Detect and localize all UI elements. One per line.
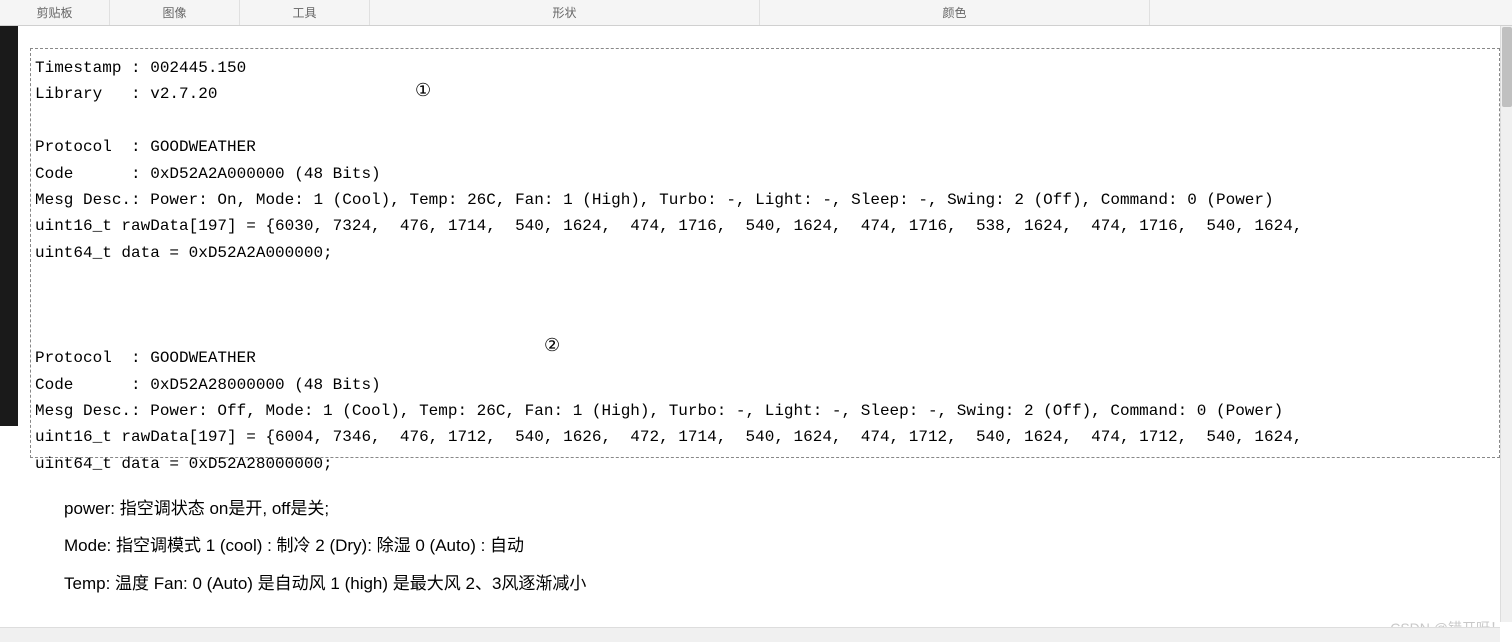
data2-value: 0xD52A28000000;: [189, 455, 333, 473]
raw2-label: uint16_t rawData[197] =: [35, 428, 265, 446]
scrollbar-thumb[interactable]: [1502, 27, 1512, 107]
raw1-value: {6030, 7324, 476, 1714, 540, 1624, 474, …: [265, 217, 1302, 235]
ribbon-bar: 剪贴板 图像 工具 形状 颜色: [0, 0, 1512, 26]
annotation-power: power: 指空调状态 on是开, off是关;: [64, 490, 586, 527]
protocol1-label: Protocol :: [35, 138, 150, 156]
tab-image[interactable]: 图像: [110, 0, 240, 25]
data1-label: uint64_t data =: [35, 244, 189, 262]
code1-value: 0xD52A2A000000 (48 Bits): [150, 165, 380, 183]
vertical-scrollbar[interactable]: [1500, 26, 1512, 622]
mesg2-value: Power: Off, Mode: 1 (Cool), Temp: 26C, F…: [150, 402, 1283, 420]
sidebar-panel: [0, 26, 18, 426]
timestamp-value: 002445.150: [150, 59, 246, 77]
horizontal-scrollbar[interactable]: [0, 627, 1500, 642]
tab-color[interactable]: 颜色: [760, 0, 1150, 25]
tab-tool[interactable]: 工具: [240, 0, 370, 25]
mesg1-label: Mesg Desc.:: [35, 191, 150, 209]
raw1-label: uint16_t rawData[197] =: [35, 217, 265, 235]
annotation-temp-fan: Temp: 温度 Fan: 0 (Auto) 是自动风 1 (high) 是最大…: [64, 565, 586, 602]
code2-label: Code :: [35, 376, 150, 394]
protocol2-label: Protocol :: [35, 349, 150, 367]
code1-label: Code :: [35, 165, 150, 183]
timestamp-label: Timestamp :: [35, 59, 150, 77]
data2-label: uint64_t data =: [35, 455, 189, 473]
mesg2-label: Mesg Desc.:: [35, 402, 150, 420]
annotation-block: power: 指空调状态 on是开, off是关; Mode: 指空调模式 1 …: [64, 490, 586, 602]
data1-value: 0xD52A2A000000;: [189, 244, 333, 262]
library-value: v2.7.20: [150, 85, 217, 103]
marker-one-icon: ①: [415, 80, 431, 101]
marker-two-icon: ②: [544, 335, 560, 356]
raw2-value: {6004, 7346, 476, 1712, 540, 1626, 472, …: [265, 428, 1302, 446]
annotation-mode: Mode: 指空调模式 1 (cool) : 制冷 2 (Dry): 除湿 0 …: [64, 527, 586, 564]
library-label: Library :: [35, 85, 150, 103]
tab-clipboard[interactable]: 剪贴板: [0, 0, 110, 25]
code2-value: 0xD52A28000000 (48 Bits): [150, 376, 380, 394]
protocol2-value: GOODWEATHER: [150, 349, 256, 367]
text-editor-area[interactable]: Timestamp : 002445.150 Library : v2.7.20…: [30, 48, 1500, 458]
protocol1-value: GOODWEATHER: [150, 138, 256, 156]
tab-shape[interactable]: 形状: [370, 0, 760, 25]
mesg1-value: Power: On, Mode: 1 (Cool), Temp: 26C, Fa…: [150, 191, 1273, 209]
